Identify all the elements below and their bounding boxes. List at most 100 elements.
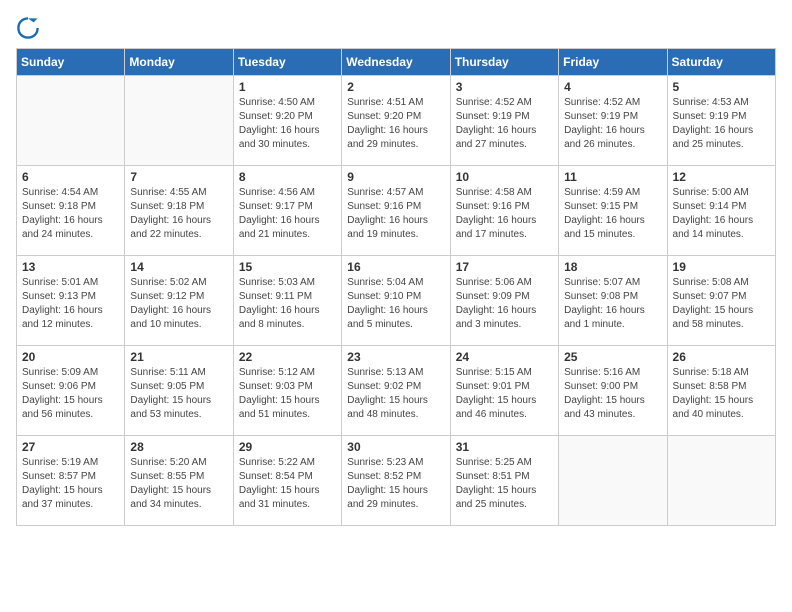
day-number: 16 — [347, 260, 444, 274]
calendar-week-row: 20 Sunrise: 5:09 AM Sunset: 9:06 PM Dayli… — [17, 346, 776, 436]
day-number: 18 — [564, 260, 661, 274]
day-number: 1 — [239, 80, 336, 94]
calendar-cell: 2 Sunrise: 4:51 AM Sunset: 9:20 PM Daylig… — [342, 76, 450, 166]
day-number: 4 — [564, 80, 661, 94]
day-number: 13 — [22, 260, 119, 274]
weekday-header-row: SundayMondayTuesdayWednesdayThursdayFrid… — [17, 49, 776, 76]
calendar-cell: 4Sunrise: 4:52 AM Sunset: 9:19 PM Daylig… — [559, 76, 667, 166]
calendar-cell: 17 Sunrise: 5:06 AM Sunset: 9:09 PM Dayli… — [450, 256, 558, 346]
calendar-cell: 26 Sunrise: 5:18 AM Sunset: 8:58 PM Dayli… — [667, 346, 775, 436]
day-info: Sunrise: 4:51 AM Sunset: 9:20 PM Dayligh… — [347, 96, 444, 152]
weekday-header-wednesday: Wednesday — [342, 49, 450, 76]
day-info: Sunrise: 4:50 AM Sunset: 9:20 PM Dayligh… — [239, 96, 336, 152]
calendar-cell: 20 Sunrise: 5:09 AM Sunset: 9:06 PM Dayli… — [17, 346, 125, 436]
day-info: Sunrise: 5:04 AM Sunset: 9:10 PM Dayligh… — [347, 276, 444, 332]
day-number: 6 — [22, 170, 119, 184]
calendar-cell: 12Sunrise: 5:00 AM Sunset: 9:14 PM Dayli… — [667, 166, 775, 256]
day-number: 27 — [22, 440, 119, 454]
calendar-cell — [125, 76, 233, 166]
day-info: Sunrise: 5:25 AM Sunset: 8:51 PM Dayligh… — [456, 456, 553, 512]
calendar-cell: 25Sunrise: 5:16 AM Sunset: 9:00 PM Dayli… — [559, 346, 667, 436]
day-info: Sunrise: 5:18 AM Sunset: 8:58 PM Dayligh… — [673, 366, 770, 422]
day-info: Sunrise: 5:15 AM Sunset: 9:01 PM Dayligh… — [456, 366, 553, 422]
day-number: 3 — [456, 80, 553, 94]
day-number: 2 — [347, 80, 444, 94]
day-info: Sunrise: 4:57 AM Sunset: 9:16 PM Dayligh… — [347, 186, 444, 242]
day-info: Sunrise: 4:58 AM Sunset: 9:16 PM Dayligh… — [456, 186, 553, 242]
calendar-cell: 27 Sunrise: 5:19 AM Sunset: 8:57 PM Dayli… — [17, 436, 125, 526]
day-info: Sunrise: 4:55 AM Sunset: 9:18 PM Dayligh… — [130, 186, 227, 242]
day-number: 31 — [456, 440, 553, 454]
day-number: 23 — [347, 350, 444, 364]
day-info: Sunrise: 5:13 AM Sunset: 9:02 PM Dayligh… — [347, 366, 444, 422]
page-header — [16, 16, 776, 40]
calendar-cell: 11 Sunrise: 4:59 AM Sunset: 9:15 PM Dayli… — [559, 166, 667, 256]
weekday-header-tuesday: Tuesday — [233, 49, 341, 76]
day-number: 28 — [130, 440, 227, 454]
calendar-cell: 1 Sunrise: 4:50 AM Sunset: 9:20 PM Daylig… — [233, 76, 341, 166]
day-number: 30 — [347, 440, 444, 454]
day-info: Sunrise: 4:59 AM Sunset: 9:15 PM Dayligh… — [564, 186, 661, 242]
day-info: Sunrise: 5:01 AM Sunset: 9:13 PM Dayligh… — [22, 276, 119, 332]
calendar-week-row: 13 Sunrise: 5:01 AM Sunset: 9:13 PM Dayli… — [17, 256, 776, 346]
day-number: 21 — [130, 350, 227, 364]
day-info: Sunrise: 4:52 AM Sunset: 9:19 PM Dayligh… — [456, 96, 553, 152]
calendar-cell — [17, 76, 125, 166]
weekday-header-friday: Friday — [559, 49, 667, 76]
day-number: 26 — [673, 350, 770, 364]
calendar-cell: 7 Sunrise: 4:55 AM Sunset: 9:18 PM Daylig… — [125, 166, 233, 256]
day-number: 7 — [130, 170, 227, 184]
calendar-cell: 13 Sunrise: 5:01 AM Sunset: 9:13 PM Dayli… — [17, 256, 125, 346]
day-info: Sunrise: 4:54 AM Sunset: 9:18 PM Dayligh… — [22, 186, 119, 242]
calendar-table: SundayMondayTuesdayWednesdayThursdayFrid… — [16, 48, 776, 526]
calendar-cell: 19 Sunrise: 5:08 AM Sunset: 9:07 PM Dayli… — [667, 256, 775, 346]
day-info: Sunrise: 5:16 AM Sunset: 9:00 PM Dayligh… — [564, 366, 661, 422]
day-info: Sunrise: 4:56 AM Sunset: 9:17 PM Dayligh… — [239, 186, 336, 242]
calendar-cell: 29 Sunrise: 5:22 AM Sunset: 8:54 PM Dayli… — [233, 436, 341, 526]
weekday-header-saturday: Saturday — [667, 49, 775, 76]
day-number: 15 — [239, 260, 336, 274]
day-info: Sunrise: 5:00 AM Sunset: 9:14 PM Dayligh… — [673, 186, 770, 242]
calendar-cell: 15 Sunrise: 5:03 AM Sunset: 9:11 PM Dayli… — [233, 256, 341, 346]
calendar-cell: 24 Sunrise: 5:15 AM Sunset: 9:01 PM Dayli… — [450, 346, 558, 436]
day-info: Sunrise: 5:06 AM Sunset: 9:09 PM Dayligh… — [456, 276, 553, 332]
calendar-cell: 14Sunrise: 5:02 AM Sunset: 9:12 PM Dayli… — [125, 256, 233, 346]
logo-icon — [16, 16, 40, 40]
weekday-header-sunday: Sunday — [17, 49, 125, 76]
calendar-cell: 6 Sunrise: 4:54 AM Sunset: 9:18 PM Daylig… — [17, 166, 125, 256]
day-number: 24 — [456, 350, 553, 364]
day-info: Sunrise: 5:22 AM Sunset: 8:54 PM Dayligh… — [239, 456, 336, 512]
day-info: Sunrise: 5:19 AM Sunset: 8:57 PM Dayligh… — [22, 456, 119, 512]
calendar-week-row: 27 Sunrise: 5:19 AM Sunset: 8:57 PM Dayli… — [17, 436, 776, 526]
calendar-cell: 28Sunrise: 5:20 AM Sunset: 8:55 PM Dayli… — [125, 436, 233, 526]
calendar-cell: 18 Sunrise: 5:07 AM Sunset: 9:08 PM Dayli… — [559, 256, 667, 346]
weekday-header-monday: Monday — [125, 49, 233, 76]
day-number: 10 — [456, 170, 553, 184]
calendar-cell: 23 Sunrise: 5:13 AM Sunset: 9:02 PM Dayli… — [342, 346, 450, 436]
calendar-cell: 10 Sunrise: 4:58 AM Sunset: 9:16 PM Dayli… — [450, 166, 558, 256]
calendar-cell: 16 Sunrise: 5:04 AM Sunset: 9:10 PM Dayli… — [342, 256, 450, 346]
day-info: Sunrise: 5:03 AM Sunset: 9:11 PM Dayligh… — [239, 276, 336, 332]
day-info: Sunrise: 5:07 AM Sunset: 9:08 PM Dayligh… — [564, 276, 661, 332]
calendar-cell: 5Sunrise: 4:53 AM Sunset: 9:19 PM Daylig… — [667, 76, 775, 166]
day-number: 20 — [22, 350, 119, 364]
calendar-cell: 8 Sunrise: 4:56 AM Sunset: 9:17 PM Daylig… — [233, 166, 341, 256]
day-number: 19 — [673, 260, 770, 274]
day-number: 8 — [239, 170, 336, 184]
day-number: 29 — [239, 440, 336, 454]
day-info: Sunrise: 5:09 AM Sunset: 9:06 PM Dayligh… — [22, 366, 119, 422]
calendar-cell: 30Sunrise: 5:23 AM Sunset: 8:52 PM Dayli… — [342, 436, 450, 526]
day-number: 5 — [673, 80, 770, 94]
day-number: 11 — [564, 170, 661, 184]
day-number: 22 — [239, 350, 336, 364]
calendar-cell: 3 Sunrise: 4:52 AM Sunset: 9:19 PM Daylig… — [450, 76, 558, 166]
calendar-cell — [559, 436, 667, 526]
calendar-cell — [667, 436, 775, 526]
day-number: 17 — [456, 260, 553, 274]
day-info: Sunrise: 5:08 AM Sunset: 9:07 PM Dayligh… — [673, 276, 770, 332]
calendar-cell: 9Sunrise: 4:57 AM Sunset: 9:16 PM Daylig… — [342, 166, 450, 256]
logo — [16, 16, 44, 40]
day-info: Sunrise: 5:02 AM Sunset: 9:12 PM Dayligh… — [130, 276, 227, 332]
weekday-header-thursday: Thursday — [450, 49, 558, 76]
calendar-week-row: 1 Sunrise: 4:50 AM Sunset: 9:20 PM Daylig… — [17, 76, 776, 166]
